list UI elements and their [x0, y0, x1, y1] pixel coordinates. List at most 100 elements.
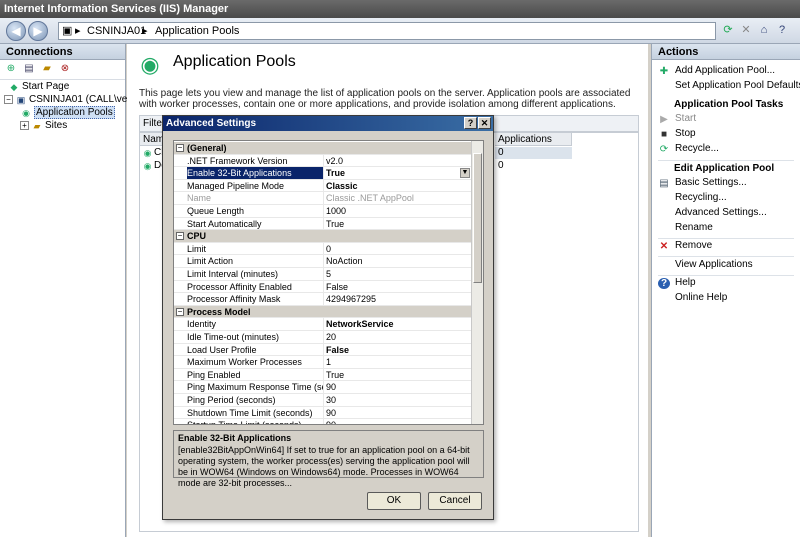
property-row[interactable]: Limit 0: [174, 242, 472, 256]
property-value[interactable]: Classic: [326, 180, 471, 192]
property-value[interactable]: NoAction: [326, 255, 471, 267]
dialog-title: Advanced Settings: [163, 116, 493, 131]
tree-item-app-pools[interactable]: ◉ Application Pools: [20, 106, 115, 119]
dialog-close-button[interactable]: ✕: [478, 117, 491, 129]
property-row[interactable]: Start Automatically True: [174, 217, 472, 231]
property-value[interactable]: True: [326, 167, 471, 179]
breadcrumb-server[interactable]: CSNINJA01: [87, 23, 146, 39]
address-bar[interactable]: ▣ ▸ CSNINJA01 ▸ Application Pools: [58, 22, 716, 40]
property-row[interactable]: Idle Time-out (minutes) 20: [174, 331, 472, 344]
property-value[interactable]: False: [326, 281, 471, 293]
dropdown-arrow-icon[interactable]: ▼: [460, 168, 470, 179]
save-icon[interactable]: ▤: [22, 62, 36, 76]
folder-icon[interactable]: ▰: [40, 62, 54, 76]
action-start[interactable]: ▶ Start: [658, 112, 696, 126]
property-value[interactable]: 5: [326, 268, 471, 280]
back-button[interactable]: ◀: [6, 21, 26, 41]
property-row[interactable]: Enable 32-Bit Applications True ▼: [174, 167, 472, 180]
property-value[interactable]: 0: [326, 243, 471, 255]
property-row[interactable]: Shutdown Time Limit (seconds) 90: [174, 406, 472, 420]
category-label: Process Model: [187, 306, 251, 317]
expand-icon[interactable]: +: [20, 121, 29, 130]
property-row[interactable]: Identity NetworkService: [174, 318, 472, 331]
settings-icon: ▤: [659, 178, 669, 189]
refresh-icon[interactable]: ⟳: [720, 22, 736, 38]
scrollbar[interactable]: [471, 141, 483, 424]
property-value[interactable]: 4294967295: [326, 293, 471, 305]
property-value[interactable]: 1000: [326, 205, 471, 217]
dialog-help-button[interactable]: ?: [464, 117, 477, 129]
property-row[interactable]: Startup Time Limit (seconds)90: [174, 419, 472, 424]
property-value[interactable]: True: [326, 218, 471, 230]
column-name[interactable]: Name: [140, 133, 170, 146]
collapse-icon[interactable]: −: [176, 307, 184, 316]
action-add-app-pool[interactable]: ✚ Add Application Pool...: [658, 64, 775, 78]
property-category[interactable]: − (General): [174, 142, 472, 155]
breadcrumb-app-pools[interactable]: Application Pools: [155, 23, 239, 39]
action-help[interactable]: ? Help: [658, 276, 696, 290]
action-basic-settings[interactable]: ▤ Basic Settings...: [658, 176, 746, 190]
property-name: Startup Time Limit (seconds): [187, 419, 324, 424]
tasks-title: Application Pool Tasks: [674, 99, 784, 110]
property-row[interactable]: Maximum Worker Processes 1: [174, 356, 472, 369]
property-value[interactable]: 90: [326, 419, 471, 424]
property-row[interactable]: Processor Affinity Mask 4294967295: [174, 293, 472, 306]
cancel-button[interactable]: Cancel: [428, 492, 482, 510]
property-value[interactable]: 20: [326, 331, 471, 343]
property-name: Processor Affinity Mask: [187, 293, 324, 306]
server-icon: ▣: [62, 25, 73, 37]
property-value[interactable]: 90: [326, 407, 471, 419]
tree-item-sites[interactable]: + ▰ Sites: [20, 119, 67, 132]
app-pools-icon: ◉: [140, 52, 160, 77]
property-value[interactable]: 1: [326, 356, 471, 368]
property-value[interactable]: True: [326, 369, 471, 381]
property-name: Maximum Worker Processes: [187, 356, 324, 369]
action-recycle[interactable]: ⟳ Recycle...: [658, 142, 719, 156]
property-row[interactable]: Name Classic .NET AppPool: [174, 192, 472, 205]
forward-button[interactable]: ▶: [28, 21, 48, 41]
tree-item-label: Application Pools: [34, 106, 115, 119]
collapse-icon[interactable]: −: [176, 232, 184, 241]
home-icon[interactable]: ⌂: [756, 22, 772, 38]
tree-item-start-page[interactable]: ◆ Start Page: [8, 80, 70, 93]
property-category[interactable]: − Process Model: [174, 305, 472, 319]
property-value[interactable]: v2.0: [326, 155, 471, 167]
column-applications[interactable]: Applications: [495, 133, 572, 146]
stop-icon[interactable]: ✕: [738, 22, 754, 38]
action-online-help[interactable]: Online Help: [675, 291, 727, 305]
category-label: CPU: [187, 231, 207, 242]
property-row[interactable]: Ping Enabled True: [174, 368, 472, 382]
collapse-icon[interactable]: −: [176, 144, 184, 152]
property-category[interactable]: − CPU: [174, 230, 472, 243]
property-value[interactable]: 30: [326, 394, 471, 406]
property-row[interactable]: Managed Pipeline Mode Classic: [174, 179, 472, 193]
property-row[interactable]: Limit Interval (minutes) 5: [174, 268, 472, 281]
property-value[interactable]: 90: [326, 381, 471, 393]
connect-icon[interactable]: ⊕: [4, 62, 18, 76]
add-icon: ✚: [659, 66, 669, 77]
scrollbar-thumb[interactable]: [473, 153, 482, 283]
property-row[interactable]: .NET Framework Version v2.0: [174, 154, 472, 168]
property-row[interactable]: Ping Period (seconds) 30: [174, 394, 472, 407]
property-row[interactable]: Ping Maximum Response Time (seconds)90: [174, 381, 472, 394]
ok-button[interactable]: OK: [367, 492, 421, 510]
collapse-icon[interactable]: −: [4, 95, 13, 104]
action-advanced-settings[interactable]: Advanced Settings...: [675, 206, 767, 220]
help-icon[interactable]: ?: [774, 22, 790, 38]
disconnect-icon[interactable]: ⊗: [58, 62, 72, 76]
action-view-applications[interactable]: View Applications: [675, 258, 753, 272]
property-row[interactable]: Limit Action NoAction: [174, 255, 472, 268]
action-stop[interactable]: ■ Stop: [658, 127, 696, 141]
action-rename[interactable]: Rename: [675, 221, 713, 235]
property-name: .NET Framework Version: [187, 154, 324, 167]
property-value[interactable]: False: [326, 344, 471, 356]
property-value[interactable]: NetworkService: [326, 318, 471, 330]
tree-item-server[interactable]: − ▣ CSNINJA01 (CALL\verwa: [4, 93, 143, 106]
action-recycling[interactable]: Recycling...: [675, 191, 727, 205]
property-value[interactable]: Classic .NET AppPool: [326, 192, 471, 204]
property-row[interactable]: Processor Affinity Enabled False: [174, 280, 472, 294]
property-row[interactable]: Load User Profile False: [174, 343, 472, 357]
action-remove[interactable]: ✕ Remove: [658, 239, 712, 253]
property-row[interactable]: Queue Length 1000: [174, 205, 472, 218]
action-set-defaults[interactable]: Set Application Pool Defaults...: [675, 79, 800, 93]
